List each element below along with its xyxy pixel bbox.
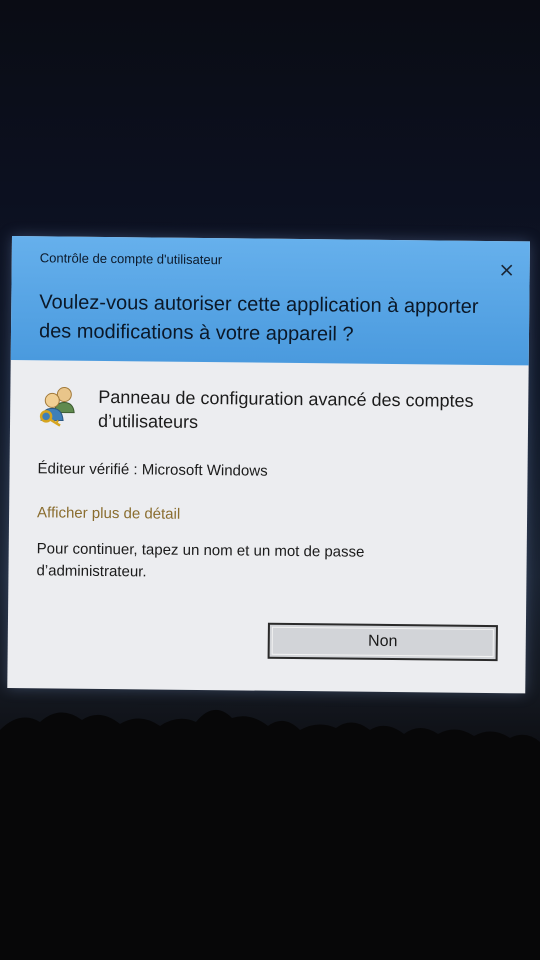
treeline-silhouette <box>0 709 540 960</box>
dialog-header: Contrôle de compte d'utilisateur Voulez-… <box>10 236 530 366</box>
credentials-instructions: Pour continuer, tapez un nom et un mot d… <box>36 540 365 581</box>
verified-publisher: Éditeur vérifié : Microsoft Windows <box>37 460 268 480</box>
app-info-row: Panneau de configuration avancé des comp… <box>38 382 509 443</box>
dialog-title: Voulez-vous autoriser cette application … <box>38 291 479 346</box>
users-keys-icon <box>39 387 75 427</box>
no-button[interactable]: Non <box>267 622 498 662</box>
app-name: Panneau de configuration avancé des comp… <box>97 386 474 432</box>
dialog-subtitle: Contrôle de compte d'utilisateur <box>39 250 223 268</box>
uac-dialog: Contrôle de compte d'utilisateur Voulez-… <box>7 236 530 694</box>
close-icon[interactable] <box>498 261 516 279</box>
desktop-background: Contrôle de compte d'utilisateur Voulez-… <box>0 0 540 960</box>
show-details-link[interactable]: Afficher plus de détail <box>37 504 180 522</box>
